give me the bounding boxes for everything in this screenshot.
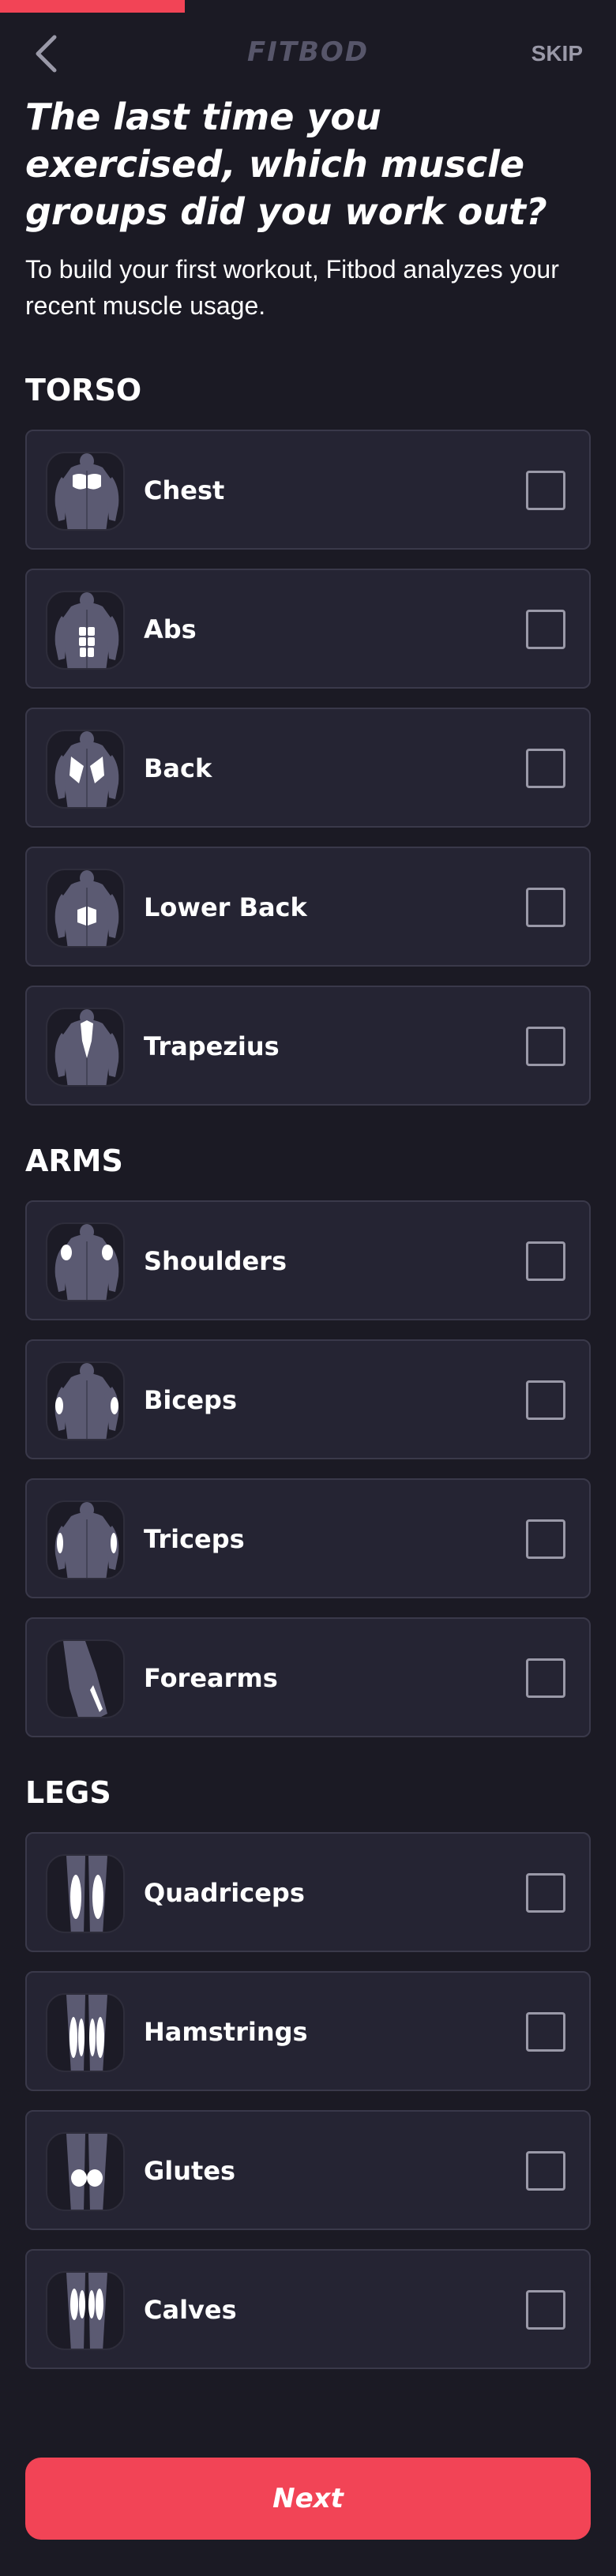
muscle-option-triceps[interactable]: Triceps [25,1478,591,1598]
page-title: The last time you exercised, which muscl… [25,96,547,233]
checkbox[interactable] [526,2151,565,2191]
trapezius-muscle-icon [46,1008,125,1087]
top-bar: FITBOD SKIP [0,13,616,95]
section-title-arms: ARMS [25,1143,123,1178]
checkbox[interactable] [526,1241,565,1281]
checkbox[interactable] [526,1027,565,1066]
muscle-option-label: Shoulders [144,1246,287,1276]
forearms-muscle-icon [46,1639,125,1718]
muscle-option-lower-back[interactable]: Lower Back [25,847,591,967]
muscle-option-label: Calves [144,2295,237,2325]
section-title-legs: LEGS [25,1775,111,1810]
muscle-option-trapezius[interactable]: Trapezius [25,986,591,1106]
checkbox[interactable] [526,610,565,649]
muscle-option-label: Hamstrings [144,2017,308,2047]
muscle-option-forearms[interactable]: Forearms [25,1617,591,1737]
page-subtitle: To build your first workout, Fitbod anal… [25,255,559,320]
checkbox[interactable] [526,749,565,788]
triceps-muscle-icon [46,1500,125,1579]
checkbox[interactable] [526,888,565,927]
abs-muscle-icon [46,591,125,670]
brand-logo: FITBOD [246,36,370,68]
calves-muscle-icon [46,2271,125,2350]
muscle-option-shoulders[interactable]: Shoulders [25,1200,591,1320]
checkbox[interactable] [526,471,565,510]
progress-fill [0,0,185,13]
muscle-option-label: Quadriceps [144,1878,305,1908]
quadriceps-muscle-icon [46,1854,125,1933]
muscle-option-hamstrings[interactable]: Hamstrings [25,1971,591,2091]
hamstrings-muscle-icon [46,1993,125,2072]
section-title-torso: TORSO [25,373,142,407]
checkbox[interactable] [526,1658,565,1698]
muscle-option-label: Glutes [144,2156,236,2186]
back-muscle-icon [46,730,125,809]
muscle-option-abs[interactable]: Abs [25,569,591,689]
muscle-option-biceps[interactable]: Biceps [25,1339,591,1459]
muscle-option-glutes[interactable]: Glutes [25,2110,591,2230]
checkbox[interactable] [526,2290,565,2330]
muscle-option-quadriceps[interactable]: Quadriceps [25,1832,591,1952]
muscle-option-label: Trapezius [144,1031,280,1061]
next-button[interactable]: Next [25,2458,591,2540]
muscle-option-label: Back [144,753,212,783]
muscle-option-label: Lower Back [144,892,307,922]
muscle-option-calves[interactable]: Calves [25,2249,591,2369]
checkbox[interactable] [526,2012,565,2052]
glutes-muscle-icon [46,2132,125,2211]
progress-bar [0,0,616,13]
checkbox[interactable] [526,1380,565,1420]
muscle-option-label: Triceps [144,1524,245,1554]
checkbox[interactable] [526,1873,565,1913]
muscle-option-back[interactable]: Back [25,708,591,828]
skip-button[interactable]: SKIP [531,41,583,66]
muscle-option-label: Abs [144,614,197,644]
muscle-option-label: Chest [144,475,225,505]
checkbox[interactable] [526,1519,565,1559]
chest-muscle-icon [46,452,125,531]
lower-back-muscle-icon [46,869,125,948]
muscle-option-chest[interactable]: Chest [25,430,591,550]
shoulders-muscle-icon [46,1222,125,1301]
muscle-option-label: Forearms [144,1663,278,1693]
muscle-option-label: Biceps [144,1385,237,1415]
biceps-muscle-icon [46,1361,125,1440]
